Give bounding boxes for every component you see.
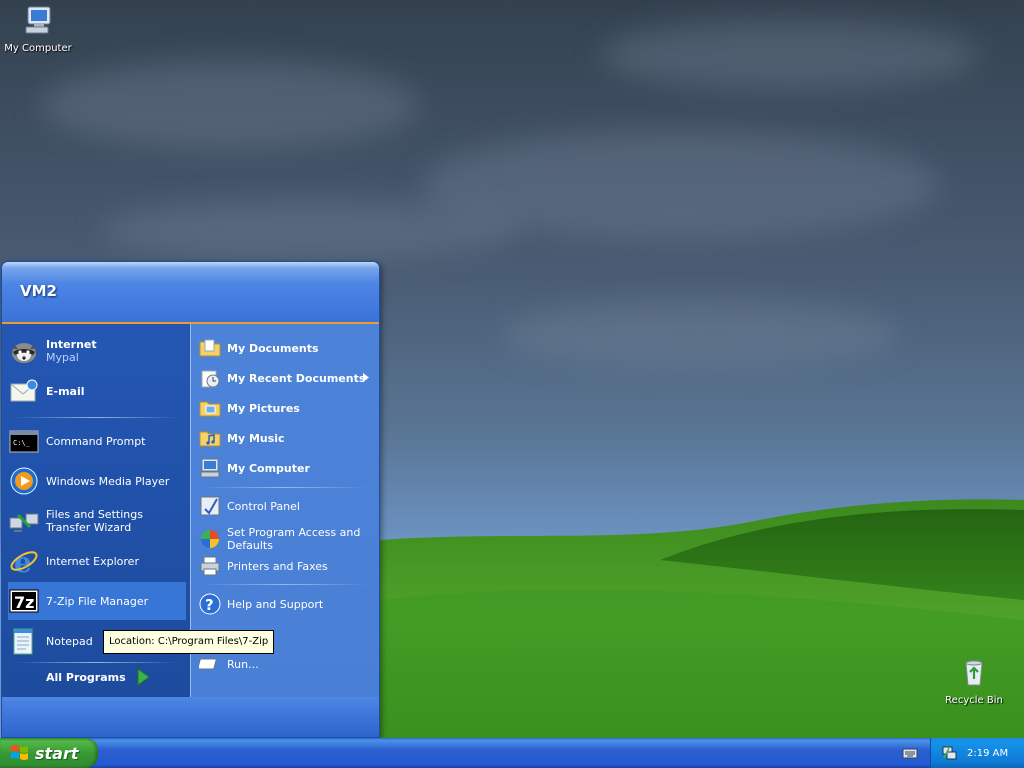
transfer-wizard-icon xyxy=(9,513,39,532)
start-menu-header: VM2 xyxy=(2,262,379,324)
svg-text:7z: 7z xyxy=(14,593,34,612)
raccoon-browser-icon xyxy=(12,343,36,363)
email-icon xyxy=(10,379,38,402)
folder-pictures-icon xyxy=(199,401,221,417)
program-label: Notepad xyxy=(46,634,93,648)
separator xyxy=(201,584,369,585)
place-label: My Music xyxy=(227,431,285,445)
program-label: 7-Zip File Manager xyxy=(46,594,149,608)
program-access-icon xyxy=(201,530,219,548)
system-label: Help and Support xyxy=(227,597,324,611)
run-icon xyxy=(199,658,218,670)
system-program-access[interactable]: Set Program Access and Defaults xyxy=(199,522,375,556)
folder-music-icon xyxy=(199,431,221,447)
internet-explorer-icon: e xyxy=(10,546,38,577)
desktop-icon-recycle-bin[interactable]: Recycle Bin xyxy=(936,656,1012,706)
notepad-icon xyxy=(13,628,33,655)
separator xyxy=(14,662,178,663)
svg-text:e: e xyxy=(14,546,32,577)
program-label: Command Prompt xyxy=(46,434,146,448)
submenu-arrow-icon xyxy=(363,373,369,382)
all-programs-button[interactable]: All Programs xyxy=(46,668,150,686)
network-icon[interactable] xyxy=(941,745,957,761)
place-my-pictures[interactable]: My Pictures xyxy=(199,394,375,422)
clock[interactable]: 2:19 AM xyxy=(967,748,1008,759)
pinned-email[interactable]: E-mail xyxy=(8,372,186,410)
computer-icon xyxy=(200,458,220,478)
system-run[interactable]: Run... xyxy=(199,650,375,678)
recent-documents-icon xyxy=(201,370,220,388)
program-windows-media-player[interactable]: Windows Media Player xyxy=(8,462,186,500)
computer-icon xyxy=(25,6,51,34)
desktop-icon-my-computer[interactable]: My Computer xyxy=(0,4,76,54)
start-menu-footer xyxy=(2,697,379,737)
pinned-internet[interactable]: Internet Mypal xyxy=(8,332,186,370)
system-printers-faxes[interactable]: Printers and Faxes xyxy=(199,552,375,580)
place-my-recent-documents[interactable]: My Recent Documents xyxy=(199,364,375,392)
desktop-icon-label: My Computer xyxy=(4,43,72,54)
start-menu: VM2 Internet Mypal E-mail C:\_ Command P… xyxy=(1,261,380,738)
system-control-panel[interactable]: Control Panel xyxy=(199,492,375,520)
pinned-internet-subtitle: Mypal xyxy=(46,351,79,364)
separator xyxy=(14,417,178,418)
system-label: Control Panel xyxy=(227,499,300,513)
program-label: Windows Media Player xyxy=(46,474,170,488)
pinned-internet-label: Internet xyxy=(46,338,97,351)
desktop-icon-label: Recycle Bin xyxy=(945,695,1003,706)
recycle-bin-icon xyxy=(965,660,983,686)
place-label: My Documents xyxy=(227,341,319,355)
place-my-music[interactable]: My Music xyxy=(199,424,375,452)
control-panel-icon xyxy=(200,496,220,516)
system-help-support[interactable]: ? Help and Support xyxy=(199,590,375,618)
system-label: Printers and Faxes xyxy=(227,559,328,573)
start-label: start xyxy=(35,743,79,763)
system-label: Set Program Access and Defaults xyxy=(227,526,361,552)
all-programs-label: All Programs xyxy=(46,670,126,684)
program-internet-explorer[interactable]: e Internet Explorer xyxy=(8,542,186,580)
user-name: VM2 xyxy=(20,282,57,300)
program-7zip[interactable]: 7z 7-Zip File Manager xyxy=(8,582,186,620)
program-transfer-wizard[interactable]: Files and Settings Transfer Wizard xyxy=(8,502,186,540)
media-player-icon xyxy=(10,467,38,495)
separator xyxy=(201,487,369,488)
printer-icon xyxy=(200,556,220,576)
7zip-icon: 7z xyxy=(9,589,39,613)
folder-documents-icon xyxy=(199,339,221,357)
command-prompt-icon: C:\_ xyxy=(9,430,39,453)
program-label: Internet Explorer xyxy=(46,554,139,568)
place-label: My Recent Documents xyxy=(227,371,366,385)
system-label: Run... xyxy=(227,657,259,671)
place-label: My Pictures xyxy=(227,401,300,415)
windows-logo-icon xyxy=(11,745,28,760)
program-command-prompt[interactable]: C:\_ Command Prompt xyxy=(8,422,186,460)
system-tray: 2:19 AM xyxy=(930,738,1024,768)
program-label: Files and Settings Transfer Wizard xyxy=(46,508,143,534)
place-label: My Computer xyxy=(227,461,310,475)
help-icon: ? xyxy=(199,593,221,615)
keyboard-icon[interactable] xyxy=(902,746,918,760)
place-my-computer[interactable]: My Computer xyxy=(199,454,375,482)
svg-text:?: ? xyxy=(205,596,214,614)
tooltip: Location: C:\Program Files\7-Zip xyxy=(103,630,275,654)
arrow-right-icon xyxy=(137,668,150,686)
pinned-email-label: E-mail xyxy=(46,384,85,398)
taskbar: start 2:19 AM xyxy=(0,738,1024,768)
start-button[interactable]: start xyxy=(0,738,98,768)
place-my-documents[interactable]: My Documents xyxy=(199,334,375,362)
svg-text:C:\_: C:\_ xyxy=(13,439,31,447)
